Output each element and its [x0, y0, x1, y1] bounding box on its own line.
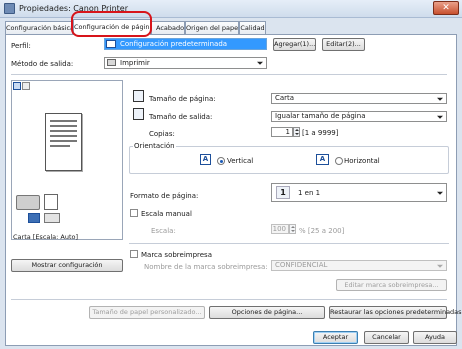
- watermark-name-label: Nombre de la marca sobreimpresa:: [144, 263, 268, 271]
- copies-input[interactable]: 1: [271, 127, 293, 137]
- page-format-value: 1 en 1: [298, 189, 321, 197]
- watermark-label: Marca sobreimpresa: [141, 251, 212, 259]
- watermark-name-value: CONFIDENCIAL: [275, 261, 328, 269]
- custom-paper-size-button[interactable]: Tamaño de papel personalizado...: [89, 306, 205, 319]
- printer-view-icon[interactable]: [22, 82, 30, 90]
- copies-range: [1 a 9999]: [302, 129, 339, 137]
- restore-defaults-button[interactable]: Restaurar las opciones predeterminadas: [329, 306, 462, 319]
- horizontal-label: Horizontal: [344, 157, 380, 165]
- manual-scale-label: Escala manual: [141, 210, 192, 218]
- horizontal-orientation-icon: A: [316, 154, 329, 165]
- output-method-label: Método de salida:: [11, 60, 74, 68]
- page-size-label: Tamaño de página:: [149, 95, 216, 103]
- printer-small-icon: [107, 59, 116, 66]
- tab-configuracion-pagina[interactable]: Configuración de página: [73, 19, 151, 35]
- edit-profile-button[interactable]: Editar(2)...: [322, 38, 365, 51]
- output-size-dropdown[interactable]: Igualar tamaño de página: [271, 111, 447, 122]
- tab-configuracion-basica[interactable]: Configuración básica: [5, 21, 73, 34]
- tab-calidad[interactable]: Calidad: [239, 21, 266, 34]
- profile-icon: [106, 40, 116, 48]
- profile-value: Configuración predeterminada: [120, 40, 228, 48]
- cancel-button[interactable]: Cancelar: [364, 331, 409, 344]
- page-format-label: Formato de página:: [130, 192, 199, 200]
- page-format-dropdown[interactable]: 1 1 en 1: [271, 183, 447, 202]
- show-settings-button[interactable]: Mostrar configuración: [11, 259, 123, 272]
- scale-range: % [25 a 200]: [299, 227, 345, 235]
- window-title: Propiedades: Canon Printer: [19, 4, 128, 13]
- orientation-group: [129, 146, 449, 174]
- ok-button[interactable]: Aceptar: [313, 331, 358, 344]
- duplex-icon: [28, 213, 40, 223]
- watermark-name-dropdown[interactable]: CONFIDENCIAL: [271, 260, 447, 271]
- output-size-value: Igualar tamaño de página: [275, 112, 366, 120]
- separator: [129, 243, 449, 244]
- page-size-dropdown[interactable]: Carta: [271, 93, 447, 104]
- tab-acabado[interactable]: Acabado: [151, 21, 185, 34]
- printer-device-icon: [16, 195, 40, 210]
- page-options-button[interactable]: Opciones de página...: [209, 306, 325, 319]
- vertical-label: Vertical: [227, 157, 254, 165]
- tab-origen-papel[interactable]: Origen del papel: [185, 21, 239, 34]
- page-format-icon: 1: [276, 186, 290, 199]
- finishing-icon: [44, 213, 60, 223]
- watermark-checkbox[interactable]: [130, 250, 138, 258]
- close-button[interactable]: ✕: [433, 1, 459, 15]
- help-button[interactable]: Ayuda: [413, 331, 457, 344]
- horizontal-radio[interactable]: [335, 157, 343, 165]
- stack-pages-icon: [44, 194, 58, 210]
- separator: [11, 299, 447, 300]
- page-preview-image: [45, 113, 82, 171]
- edit-watermark-button[interactable]: Editar marca sobreimpresa...: [336, 279, 447, 291]
- page-size-icon: [133, 90, 144, 102]
- vertical-orientation-icon: A: [200, 154, 211, 165]
- orientation-label: Orientación: [133, 142, 176, 150]
- printer-icon: [4, 3, 15, 14]
- copies-label: Copias:: [149, 130, 175, 138]
- separator: [11, 74, 447, 75]
- output-size-icon: [133, 108, 144, 120]
- output-size-label: Tamaño de salida:: [149, 113, 213, 121]
- page-view-icon[interactable]: [13, 82, 21, 90]
- profile-dropdown[interactable]: Configuración predeterminada: [104, 38, 267, 50]
- add-profile-button[interactable]: Agregar(1)...: [273, 38, 316, 51]
- vertical-radio[interactable]: [217, 157, 225, 165]
- page-size-value: Carta: [275, 94, 295, 102]
- copies-stepper[interactable]: [293, 127, 300, 137]
- scale-stepper[interactable]: [289, 224, 296, 234]
- preview-caption: Carta [Escala: Auto]: [13, 233, 79, 241]
- scale-input[interactable]: 100: [271, 224, 289, 234]
- output-method-value: Imprimir: [120, 59, 150, 67]
- profile-label: Perfil:: [11, 42, 31, 50]
- scale-label: Escala:: [151, 227, 176, 235]
- manual-scale-checkbox[interactable]: [130, 209, 138, 217]
- output-method-dropdown[interactable]: Imprimir: [104, 57, 267, 69]
